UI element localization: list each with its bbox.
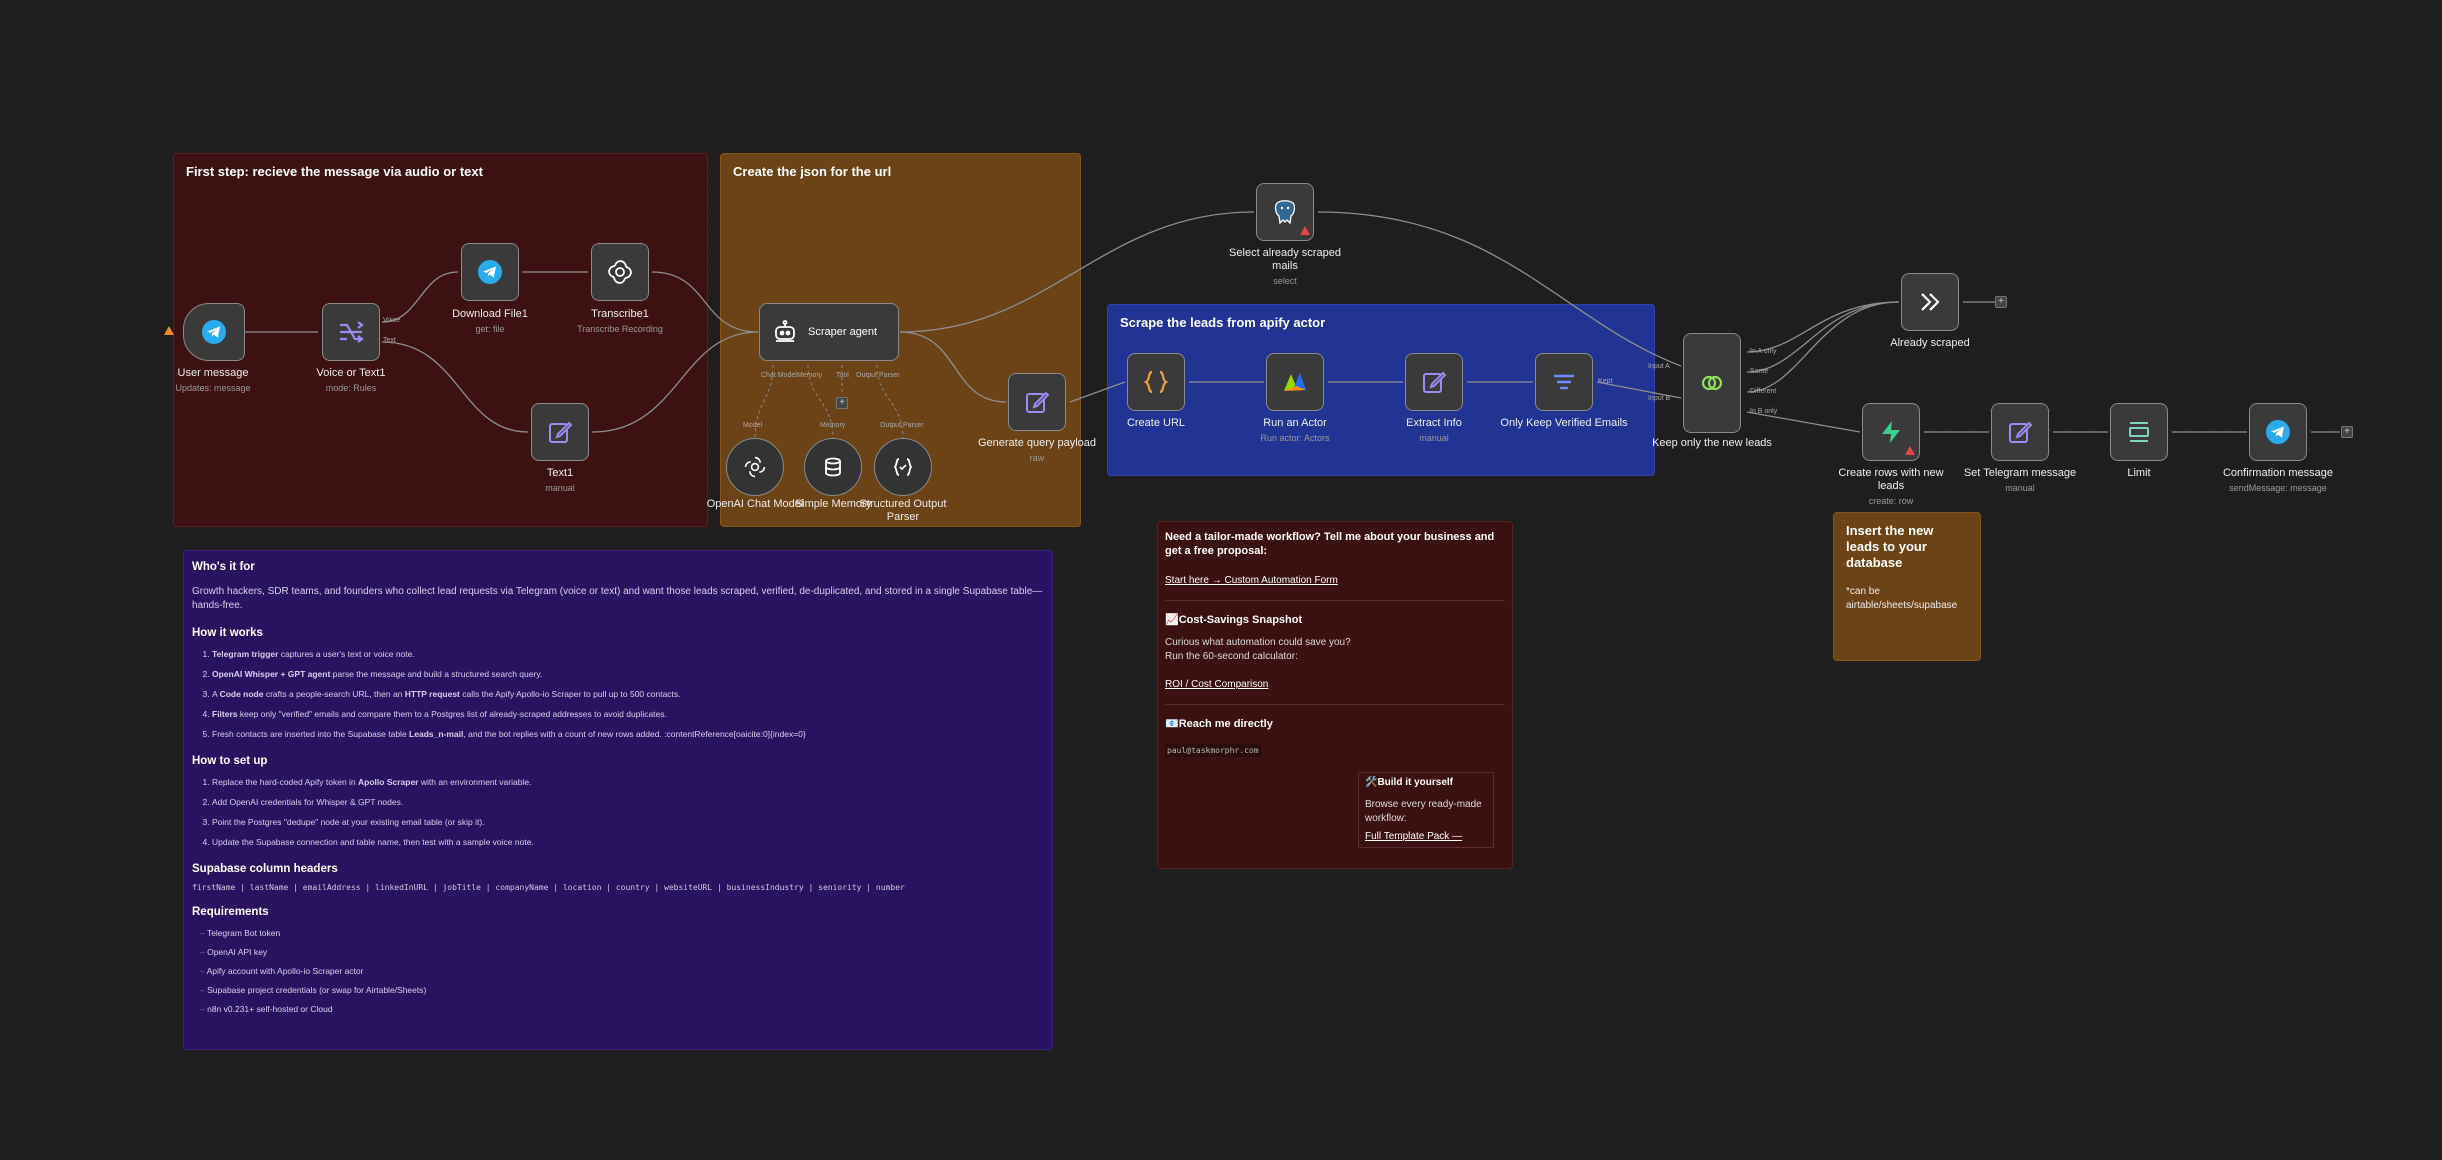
simple-memory-node[interactable] [804, 438, 862, 496]
telegram-icon [478, 260, 502, 284]
transcribe-node[interactable] [591, 243, 649, 301]
port-label: Chat Model [761, 372, 797, 379]
connections [244, 211, 2340, 441]
output-label: Same [1750, 368, 1769, 375]
extract-info-node[interactable] [1405, 353, 1463, 411]
no-op-arrows-icon [1921, 293, 1940, 311]
node-label: Create URL [1126, 417, 1186, 429]
postgres-icon [1274, 200, 1296, 225]
port-label: Memory [797, 372, 823, 379]
generate-payload-node[interactable] [1008, 373, 1066, 431]
set-telegram-node[interactable] [1991, 403, 2049, 461]
node-label: Structured Output Parser [859, 498, 947, 523]
switch-icon [340, 321, 364, 343]
create-url-node[interactable] [1127, 353, 1185, 411]
telegram-icon [2266, 420, 2290, 444]
only-verified-node[interactable] [1535, 353, 1593, 411]
port-label: Output Parser [856, 372, 900, 379]
node-label: Only Keep Verified Emails [1500, 417, 1628, 429]
pencil-icon [2009, 421, 2033, 443]
add-node-button[interactable]: + [2341, 426, 2353, 438]
node-label: Run an Actor Run actor: Actors [1260, 417, 1330, 443]
filter-icon [1553, 374, 1575, 390]
apify-icon [1284, 373, 1306, 391]
output-label: Different [1750, 388, 1777, 395]
database-icon [825, 457, 841, 477]
sub-tag: Output Parser [880, 422, 924, 429]
scraper-agent-node[interactable]: Scraper agent [759, 303, 899, 361]
node-label: Already scraped [1890, 337, 1970, 349]
supabase-icon [1882, 421, 1900, 443]
pencil-icon [1423, 371, 1447, 393]
node-label: Extract Info manual [1406, 417, 1462, 443]
structured-output-parser-node[interactable] [874, 438, 932, 496]
node-label: Limit [2127, 467, 2151, 479]
node-label: Keep only the new leads [1652, 437, 1772, 449]
limit-node[interactable] [2110, 403, 2168, 461]
pencil-icon [549, 421, 573, 443]
openai-icon [608, 260, 632, 284]
warning-icon [1300, 226, 1310, 235]
output-label: In A only [1750, 348, 1777, 355]
sub-tag: Model [743, 422, 763, 429]
add-tool-button[interactable]: + [836, 397, 848, 409]
input-label: Input B [1648, 395, 1671, 402]
node-label: Voice or Text1 mode: Rules [316, 367, 386, 393]
trigger-bolt-icon [164, 326, 174, 335]
node-label: Generate query payload raw [977, 437, 1097, 463]
warning-icon [1905, 446, 1915, 455]
node-label: Transcribe1 Transcribe Recording [577, 308, 663, 334]
input-label: Input A [1648, 363, 1670, 370]
openai-icon [744, 456, 766, 478]
openai-chat-model-node[interactable] [726, 438, 784, 496]
download-file-node[interactable] [461, 243, 519, 301]
telegram-icon [202, 320, 226, 344]
keep-new-leads-node[interactable] [1683, 333, 1741, 433]
limit-icon [2129, 422, 2149, 442]
node-label: Select already scraped mails select [1229, 247, 1341, 286]
run-actor-node[interactable] [1266, 353, 1324, 411]
port-label: Tool [836, 372, 849, 379]
voice-or-text-node[interactable] [322, 303, 380, 361]
node-label: Set Telegram message manual [1963, 467, 2077, 493]
node-label: Confirmation message sendMessage: message [2222, 467, 2334, 493]
output-label: Text [383, 337, 396, 344]
add-node-button[interactable]: + [1995, 296, 2007, 308]
sub-tag: Memory [820, 422, 846, 429]
code-braces-icon [1143, 370, 1169, 394]
merge-icon [1701, 375, 1723, 391]
node-label: Create rows with new leads create: row [1838, 467, 1944, 506]
pencil-icon [1026, 391, 1050, 413]
text1-node[interactable] [531, 403, 589, 461]
node-label: Download File1 get: file [452, 308, 528, 334]
already-scraped-node[interactable] [1901, 273, 1959, 331]
braces-check-icon [893, 458, 913, 476]
node-title: Scraper agent [808, 326, 878, 338]
node-label: Text1 manual [545, 467, 575, 493]
confirmation-node[interactable] [2249, 403, 2307, 461]
output-label: Voice [383, 317, 401, 324]
robot-icon [775, 320, 795, 342]
output-label: Kept [1598, 378, 1613, 385]
output-label: In B only [1750, 408, 1778, 415]
node-label: User message Updates: message [175, 367, 251, 393]
user-message-node[interactable] [183, 303, 245, 361]
